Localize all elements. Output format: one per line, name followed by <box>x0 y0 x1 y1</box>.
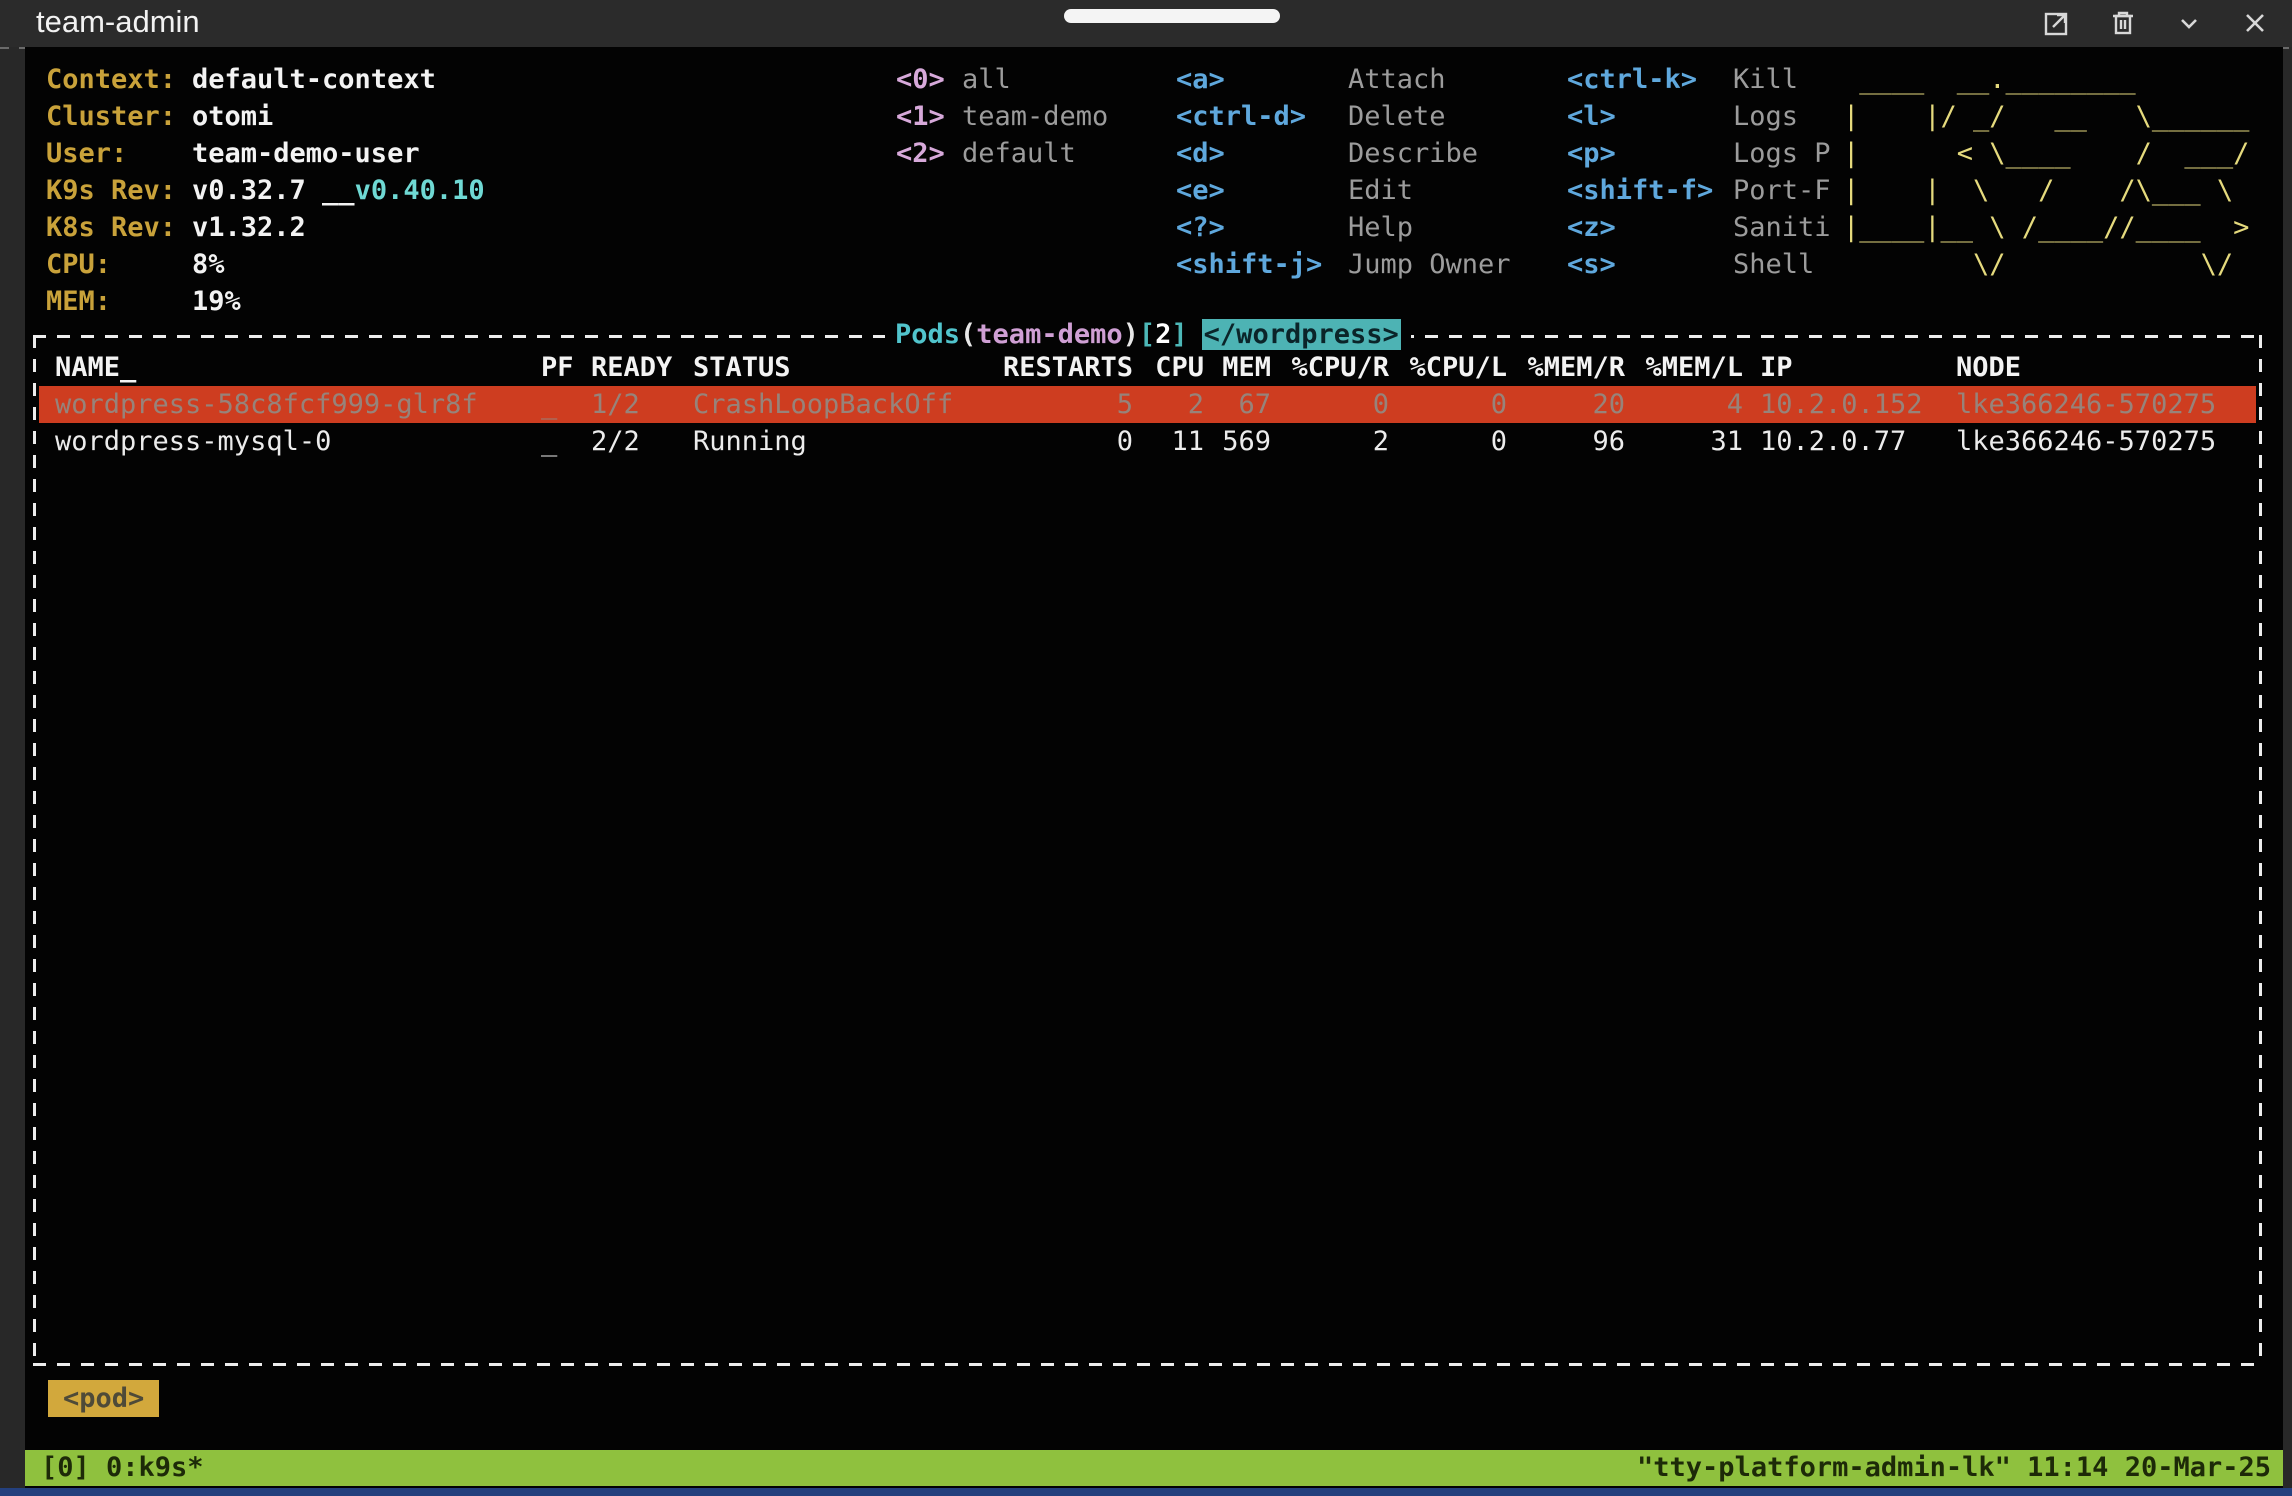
tmux-host-datetime: "tty-platform-admin-lk" 11:14 20-Mar-25 <box>1637 1450 2271 1486</box>
trash-icon[interactable] <box>2108 8 2138 38</box>
tmux-status-bar: [0] 0:k9s* "tty-platform-admin-lk" 11:14… <box>25 1450 2283 1486</box>
info-label: Cluster: <box>46 98 192 135</box>
col-pf: PF <box>541 349 591 386</box>
col-mem-r: %MEM/R <box>1507 349 1625 386</box>
shortcut-sanitize[interactable]: <z>Saniti <box>1567 209 1831 246</box>
shortcut-shell[interactable]: <s>Shell <box>1567 246 1831 283</box>
shortcut-jump-owner[interactable]: <shift-j>Jump Owner <box>1176 246 1511 283</box>
k9s-upgrade-value: v0.40.10 <box>355 175 485 206</box>
col-mem-l: %MEM/L <box>1625 349 1743 386</box>
panel-title: Pods(team-demo)[2]</wordpress> <box>885 317 1411 353</box>
filter-chip[interactable]: </wordpress> <box>1202 319 1401 350</box>
info-label: MEM: <box>46 283 192 320</box>
context-value: default-context <box>192 64 436 95</box>
pods-panel: Pods(team-demo)[2]</wordpress> NAME_ PF … <box>33 335 2262 1366</box>
info-label: Context: <box>46 61 192 98</box>
shortcut-delete[interactable]: <ctrl-d>Delete <box>1176 98 1511 135</box>
drag-handle[interactable] <box>1064 9 1280 23</box>
namespace-shortcuts: <0>all <1>team-demo <2>default <box>896 61 1108 172</box>
shortcut-logs-previous[interactable]: <p>Logs P <box>1567 135 1831 172</box>
breadcrumb-pod[interactable]: <pod> <box>48 1380 159 1417</box>
shortcut-help[interactable]: <?>Help <box>1176 209 1511 246</box>
shortcut-attach[interactable]: <a>Attach <box>1176 61 1511 98</box>
namespace-item-default[interactable]: <2>default <box>896 135 1108 172</box>
col-cpu: CPU <box>1133 349 1204 386</box>
info-label: User: <box>46 135 192 172</box>
cluster-value: otomi <box>192 101 273 132</box>
cpu-value: 8% <box>192 249 225 280</box>
k8s-rev-value: v1.32.2 <box>192 212 306 243</box>
col-name: NAME_ <box>51 349 541 386</box>
panel-border-right <box>2259 335 2262 1366</box>
terminal-window: team-admin <box>0 0 2292 1496</box>
bottom-accent-strip <box>0 1488 2292 1496</box>
window-titlebar[interactable]: team-admin <box>0 0 2292 47</box>
pods-table: NAME_ PF READY STATUS RESTARTS CPU MEM %… <box>51 349 2244 460</box>
action-shortcuts-2: <ctrl-k>Kill <l>Logs <p>Logs P <shift-f>… <box>1567 61 1831 283</box>
close-icon[interactable] <box>2240 8 2270 38</box>
active-namespace: team-demo <box>976 319 1122 350</box>
k9s-logo: ____ __.________ | |/ _/ __ \______ | < … <box>1843 61 2249 283</box>
namespace-item-team-demo[interactable]: <1>team-demo <box>896 98 1108 135</box>
table-header-row: NAME_ PF READY STATUS RESTARTS CPU MEM %… <box>39 349 2256 386</box>
pod-count: 2 <box>1155 319 1171 350</box>
info-label: CPU: <box>46 246 192 283</box>
shortcut-edit[interactable]: <e>Edit <box>1176 172 1511 209</box>
panel-border-left <box>33 335 36 1366</box>
table-row-wordpress[interactable]: wordpress-58c8fcf999-glr8f _ 1/2 CrashLo… <box>39 386 2256 423</box>
col-node: NODE <box>1939 349 2244 386</box>
shortcut-kill[interactable]: <ctrl-k>Kill <box>1567 61 1831 98</box>
cluster-info: Context:default-context Cluster:otomi Us… <box>46 61 485 320</box>
col-status: STATUS <box>693 349 999 386</box>
info-label: K9s Rev: <box>46 172 192 209</box>
breadcrumb: <pod> <box>48 1380 159 1417</box>
shortcut-port-forward[interactable]: <shift-f>Port-F <box>1567 172 1831 209</box>
popout-window-icon[interactable] <box>2042 8 2072 38</box>
table-row-wordpress-mysql[interactable]: wordpress-mysql-0 _ 2/2 Running 0 11 569… <box>39 423 2256 460</box>
col-ready: READY <box>591 349 693 386</box>
tmux-session-info[interactable]: [0] 0:k9s* <box>41 1450 204 1486</box>
shortcut-describe[interactable]: <d>Describe <box>1176 135 1511 172</box>
action-shortcuts-1: <a>Attach <ctrl-d>Delete <d>Describe <e>… <box>1176 61 1511 283</box>
user-value: team-demo-user <box>192 138 420 169</box>
col-cpu-r: %CPU/R <box>1271 349 1389 386</box>
info-label: K8s Rev: <box>46 209 192 246</box>
resource-name: Pods <box>895 319 960 350</box>
k9s-header: Context:default-context Cluster:otomi Us… <box>25 61 2283 323</box>
chevron-down-icon[interactable] <box>2174 8 2204 38</box>
shortcut-logs[interactable]: <l>Logs <box>1567 98 1831 135</box>
mem-value: 19% <box>192 286 241 317</box>
panel-border-bottom <box>33 1363 2262 1366</box>
k9s-rev-value: v0.32.7 __ <box>192 175 355 206</box>
col-cpu-l: %CPU/L <box>1389 349 1507 386</box>
col-mem: MEM <box>1204 349 1271 386</box>
terminal-content: Context:default-context Cluster:otomi Us… <box>25 47 2283 1488</box>
window-title: team-admin <box>36 4 200 40</box>
col-ip: IP <box>1743 349 1939 386</box>
col-restarts: RESTARTS <box>999 349 1133 386</box>
namespace-item-all[interactable]: <0>all <box>896 61 1108 98</box>
